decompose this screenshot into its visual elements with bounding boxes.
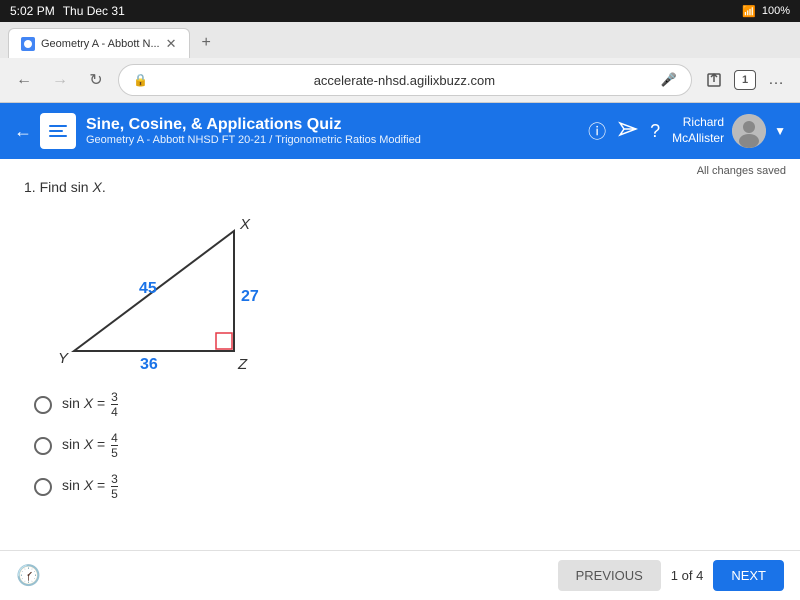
svg-text:X: X [239,216,251,233]
header-actions: ⓘ ? Richard McAllister ▼ [588,114,786,148]
main-content: 1. Find sin X. 45 27 36 X Y Z [0,159,800,559]
lock-icon: 🔒 [133,73,148,87]
answer-choices: sin X = 34 sin X = 45 sin X = 35 [34,391,776,500]
reload-button[interactable]: ↻ [82,66,110,94]
status-bar: 5:02 PM Thu Dec 31 📶 100% [0,0,800,22]
wifi-icon: 📶 [742,5,756,18]
tab-title: Geometry A - Abbott N... [41,38,160,50]
menu-button[interactable]: … [762,66,790,94]
send-button[interactable] [618,119,638,144]
choice-c: sin X = 35 [34,473,776,500]
radio-b[interactable] [34,437,52,455]
share-button[interactable] [700,66,728,94]
back-nav-button[interactable]: ← [10,66,38,94]
battery-label: 100% [762,5,790,17]
status-time: 5:02 PM [10,4,55,18]
info-button[interactable]: ⓘ [588,118,606,144]
question-text: 1. Find sin X. [24,179,776,195]
radio-a[interactable] [34,396,52,414]
svg-text:36: 36 [140,356,158,371]
changes-saved-label: All changes saved [697,165,786,177]
footer-left: 🕜 [16,563,41,588]
browser-tab[interactable]: Geometry A - Abbott N... ✕ [8,28,190,58]
radio-c[interactable] [34,478,52,496]
choice-c-text: sin X = 35 [62,473,118,500]
quiz-subtitle: Geometry A - Abbott NHSD FT 20-21 / Trig… [86,134,588,146]
triangle-diagram: 45 27 36 X Y Z [44,211,264,371]
tab-close-button[interactable]: ✕ [166,36,177,52]
user-lastname: McAllister [672,131,724,147]
help-button[interactable]: ? [650,121,660,142]
user-firstname: Richard [672,115,724,131]
quiz-title: Sine, Cosine, & Applications Quiz [86,116,588,134]
header-title-area: Sine, Cosine, & Applications Quiz Geomet… [86,116,588,146]
choice-b: sin X = 45 [34,432,776,459]
app-header: ← Sine, Cosine, & Applications Quiz Geom… [0,103,800,159]
choice-a-text: sin X = 34 [62,391,118,418]
status-date: Thu Dec 31 [63,4,125,18]
page-indicator: 1 of 4 [671,568,704,583]
previous-button[interactable]: PREVIOUS [558,560,661,591]
quiz-icon [40,113,76,149]
tab-bar: Geometry A - Abbott N... ✕ + [0,22,800,58]
address-text: accelerate-nhsd.agilixbuzz.com [154,73,655,88]
svg-text:45: 45 [139,280,157,297]
new-tab-button[interactable]: + [194,30,219,56]
app-back-button[interactable]: ← [14,117,40,146]
question-number: 1. [24,179,36,195]
browser-chrome: Geometry A - Abbott N... ✕ + ← → ↻ 🔒 acc… [0,22,800,103]
svg-text:27: 27 [241,288,259,305]
next-button[interactable]: NEXT [713,560,784,591]
clock-icon: 🕜 [16,565,41,587]
user-dropdown-icon[interactable]: ▼ [774,124,786,138]
footer: 🕜 PREVIOUS 1 of 4 NEXT [0,550,800,600]
svg-text:Z: Z [237,356,248,371]
svg-text:Y: Y [58,350,69,367]
tab-count-badge[interactable]: 1 [734,70,756,90]
triangle-svg: 45 27 36 X Y Z [44,211,264,371]
mic-icon: 🎤 [661,72,677,88]
browser-actions: 1 … [700,66,790,94]
user-info: Richard McAllister ▼ [672,114,786,148]
choice-b-text: sin X = 45 [62,432,118,459]
tab-favicon [21,37,35,51]
address-bar[interactable]: 🔒 accelerate-nhsd.agilixbuzz.com 🎤 [118,64,692,96]
browser-nav: ← → ↻ 🔒 accelerate-nhsd.agilixbuzz.com 🎤… [0,58,800,102]
user-avatar[interactable] [732,114,766,148]
forward-nav-button[interactable]: → [46,66,74,94]
choice-a: sin X = 34 [34,391,776,418]
